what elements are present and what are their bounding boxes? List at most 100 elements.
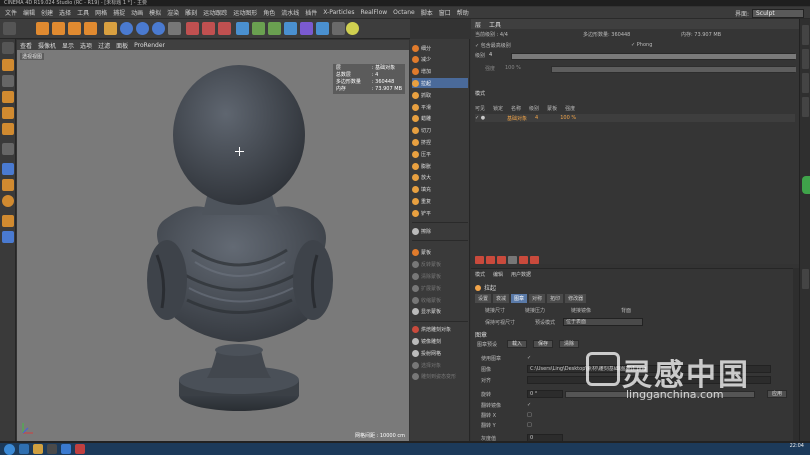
menu-item[interactable]: 选择 [56,8,74,17]
viewport-menu-item[interactable]: 面板 [113,41,131,50]
menu-item[interactable]: 工具 [74,8,92,17]
preset-mode-dropdown[interactable]: 位于表面 [563,318,643,326]
visible-toggle-icon[interactable]: ✓ ● [475,115,499,121]
sculpt-tool-item[interactable]: 平滑 [412,102,468,112]
menu-item[interactable]: 插件 [302,8,320,17]
x-axis-icon[interactable] [120,22,133,35]
sculpt-tool-item[interactable]: 减少 [412,55,468,65]
menu-item[interactable]: 编辑 [20,8,38,17]
sculpt-mode-icon[interactable] [2,179,14,191]
flip-y-checkbox[interactable]: □ [527,422,532,428]
attribute-subtab[interactable]: 修改器 [565,294,587,303]
sculpt-tool-item[interactable]: 投射网格 [412,348,468,358]
taskbar-c4d-icon[interactable] [61,444,71,454]
load-button[interactable]: 载入 [507,340,528,348]
menu-item[interactable]: Octane [390,9,418,16]
dock-tab-structure[interactable] [802,73,809,93]
menu-item[interactable]: 运动跟踪 [200,8,230,17]
dock-tab-content[interactable] [802,49,809,69]
side-expand-button[interactable] [802,176,810,194]
menu-item[interactable]: 模拟 [146,8,164,17]
render-settings-icon[interactable] [218,22,231,35]
layout-dropdown[interactable]: Sculpt [752,8,804,18]
grid-icon[interactable] [2,215,14,227]
sculpt-tool-item[interactable]: 抓取 [412,90,468,100]
menu-item[interactable]: 渲染 [164,8,182,17]
menu-item[interactable]: 脚本 [418,8,436,17]
backface[interactable]: 背面 [621,307,631,314]
strength-slider[interactable] [551,66,796,73]
attribute-subtab[interactable]: 对称 [529,294,546,303]
sculpt-tool-item[interactable]: 收缩蒙板 [412,295,468,305]
attribute-subtab[interactable]: 图章 [511,294,528,303]
rotate-tool-icon[interactable] [84,22,97,35]
attribute-subtab[interactable]: 衰减 [493,294,510,303]
nurbs-icon[interactable] [268,22,281,35]
menu-item[interactable]: 窗口 [436,8,454,17]
select-tool-icon[interactable] [36,22,49,35]
edges-mode-icon[interactable] [2,107,14,119]
tab-tools[interactable]: 工具 [489,20,501,29]
taskbar-explorer-icon[interactable] [33,444,43,454]
deformer-icon[interactable] [300,22,313,35]
scene-icon[interactable] [316,22,329,35]
axis-mode-icon[interactable] [2,143,14,155]
sculpt-tool-item[interactable]: 雕刻到姿态变形 [412,372,468,382]
layout-selector[interactable]: 界面: Sculpt [735,8,804,18]
use-stamp-checkbox[interactable]: ✓ [527,355,531,361]
menu-item[interactable]: 网格 [92,8,110,17]
polygons-mode-icon[interactable] [2,123,14,135]
render-picture-viewer-icon[interactable] [202,22,215,35]
add-layer-icon[interactable] [475,256,484,264]
make-editable-icon[interactable] [2,42,14,54]
sculpt-tool-item[interactable]: 显示蒙板 [412,307,468,317]
sculpt-tool-item[interactable]: 蒙板 [412,248,468,258]
scale-tool-icon[interactable] [68,22,81,35]
menu-item[interactable]: X-Particles [320,9,357,16]
undo-icon[interactable] [3,22,16,35]
model-mode-icon[interactable] [2,59,14,71]
sculpt-tool-item[interactable]: 填充 [412,185,468,195]
phong-checkbox[interactable]: ✓ Phong [631,42,652,48]
dock-tab-layers[interactable] [802,97,809,117]
taskbar-media-icon[interactable] [47,444,57,454]
menu-item[interactable]: 雕刻 [182,8,200,17]
level-value[interactable]: 4 [489,52,492,58]
viewport-menu-item[interactable]: 摄像机 [35,41,59,50]
link-pressure[interactable]: 链接压力 [525,307,545,314]
sculpt-tool-item[interactable]: 反转蒙板 [412,260,468,270]
points-mode-icon[interactable] [2,91,14,103]
sculpt-tool-item[interactable]: 镜像雕刻 [412,336,468,346]
link-mirror[interactable]: 链接镜像 [571,307,591,314]
tab-mode[interactable]: 模式 [475,271,485,278]
coord-system-icon[interactable] [168,22,181,35]
dock-tab-objects[interactable] [802,25,809,45]
tab-user-data[interactable]: 用户数据 [511,271,531,278]
menu-item[interactable]: 流水线 [278,8,302,17]
sculpt-tool-item[interactable]: 清除蒙板 [412,271,468,281]
tab-edit[interactable]: 编辑 [493,271,503,278]
table-row[interactable]: ✓ ● 基础对象 4 100 % [475,114,795,122]
sculpt-tool-item[interactable]: 擦除 [412,226,468,236]
add-folder-icon[interactable] [486,256,495,264]
viewport-menu-item[interactable]: 选项 [77,41,95,50]
perspective-viewport[interactable]: 透视视图 层: 基础对象 总数层: 4 多边形数量: 360448 内存: 73.90… [17,50,409,441]
flip-x-checkbox[interactable]: □ [527,412,532,418]
layer-icon[interactable] [2,231,14,243]
rotation-field[interactable]: 0 ° [527,390,563,398]
keep-visible-size[interactable]: 保持可视尺寸 [485,319,515,326]
include-checkbox[interactable]: ✓ 包含最高级别 [475,42,511,49]
light-icon[interactable] [346,22,359,35]
viewport-menu-item[interactable]: 查看 [17,41,35,50]
sculpt-tool-item[interactable]: 扩展蒙板 [412,283,468,293]
menu-item[interactable]: RealFlow [358,9,391,16]
sculpt-tool-item[interactable]: 膨胀 [412,161,468,171]
array-icon[interactable] [284,22,297,35]
layer-up-icon[interactable] [508,256,517,264]
viewport-menu-item[interactable]: 显示 [59,41,77,50]
sculpt-tool-item[interactable]: 放大 [412,173,468,183]
y-axis-icon[interactable] [136,22,149,35]
layer-merge-icon[interactable] [530,256,539,264]
menu-item[interactable]: 捕捉 [110,8,128,17]
sculpt-tool-item[interactable]: 选择对象 [412,360,468,370]
